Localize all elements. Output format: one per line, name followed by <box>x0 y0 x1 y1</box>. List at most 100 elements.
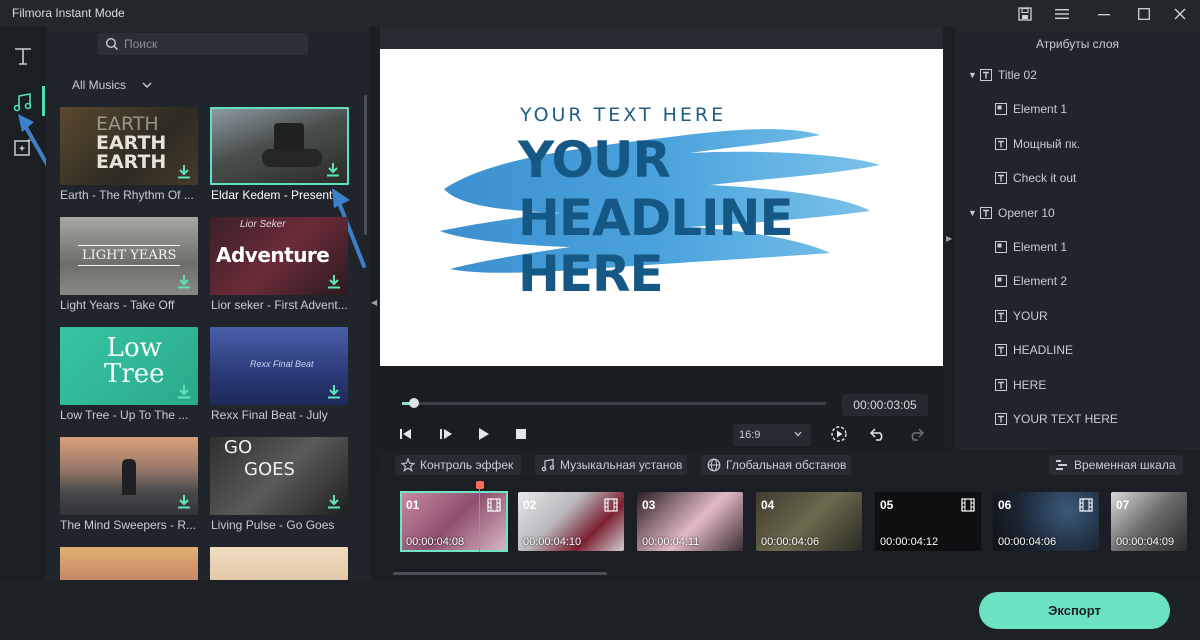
playhead-handle[interactable] <box>476 481 484 489</box>
playhead-line <box>479 488 480 552</box>
chevron-down-icon[interactable] <box>140 78 154 92</box>
thumb-title-line: GO <box>224 437 253 458</box>
download-icon[interactable] <box>178 495 190 509</box>
layer-element-row[interactable]: Check it out <box>995 171 1076 185</box>
timeline-clip[interactable]: 04 00:00:04:06 <box>756 492 862 551</box>
download-icon[interactable] <box>328 275 340 289</box>
text-layer-icon <box>995 137 1007 150</box>
clip-number: 03 <box>642 498 656 512</box>
snapshot-play-icon[interactable] <box>829 426 849 442</box>
preview-kicker-text[interactable]: YOUR TEXT HERE <box>520 104 726 126</box>
download-icon[interactable] <box>178 275 190 289</box>
collapse-left-icon[interactable]: ◀ <box>371 298 377 307</box>
music-thumbnail[interactable] <box>210 547 348 580</box>
download-icon[interactable] <box>178 385 190 399</box>
tab-timeline[interactable]: Временная шкала <box>1049 455 1183 475</box>
maximize-icon[interactable] <box>1124 0 1164 27</box>
download-icon[interactable] <box>328 495 340 509</box>
aspect-ratio-select[interactable]: 16:9 <box>733 424 811 446</box>
music-title: Low Tree - Up To The ... <box>60 408 189 422</box>
tab-label: Контроль эффек <box>420 458 514 472</box>
playback-progress-track[interactable] <box>402 402 826 405</box>
preview-header <box>380 27 943 49</box>
layer-element-row[interactable]: HEADLINE <box>995 343 1073 357</box>
prev-frame-icon[interactable] <box>396 426 416 442</box>
layer-element-row[interactable]: Мощный пк. <box>995 137 1080 151</box>
download-icon[interactable] <box>327 163 339 177</box>
export-button[interactable]: Экспорт <box>979 592 1170 629</box>
thumb-title-line: EARTH <box>96 151 167 173</box>
clip-number: 07 <box>1116 498 1130 512</box>
collapse-right-icon[interactable]: ▶ <box>946 234 952 243</box>
library-scrollbar[interactable] <box>364 95 367 235</box>
layer-element-row[interactable]: Element 2 <box>995 274 1067 288</box>
window-title: Filmora Instant Mode <box>12 6 125 20</box>
music-title: Light Years - Take Off <box>60 298 175 312</box>
layer-group-row[interactable]: ▼ Title 02 <box>968 68 1037 82</box>
tab-global-settings[interactable]: Глобальная обстанов <box>701 455 851 475</box>
music-thumbnail[interactable]: Low Tree <box>60 327 198 405</box>
music-thumbnail[interactable]: GO GOES <box>210 437 348 515</box>
timeline-clip[interactable]: 03 00:00:04:11 <box>637 492 743 551</box>
tab-label: Временная шкала <box>1074 458 1176 472</box>
undo-icon[interactable] <box>868 426 888 442</box>
text-layer-icon <box>995 378 1007 391</box>
layer-element-row[interactable]: YOUR <box>995 309 1048 323</box>
play-icon[interactable] <box>474 426 494 442</box>
layer-label: Title 02 <box>998 68 1037 82</box>
close-icon[interactable] <box>1160 0 1200 27</box>
preview-canvas[interactable]: YOUR TEXT HERE YOUR HEADLINE HERE <box>380 49 943 366</box>
layer-label: HERE <box>1013 377 1047 392</box>
tab-music-settings[interactable]: Музыкальная установ <box>535 455 687 475</box>
element-layer-icon <box>995 103 1007 116</box>
panel-title: Атрибуты слоя <box>1036 37 1119 51</box>
timeline-clip[interactable]: 07 00:00:04:09 <box>1111 492 1187 551</box>
timeline-clip[interactable]: 02 00:00:04:10 <box>518 492 624 551</box>
search-icon <box>105 37 118 50</box>
download-icon[interactable] <box>328 385 340 399</box>
menu-icon[interactable] <box>1042 0 1082 27</box>
minimize-icon[interactable] <box>1084 0 1124 27</box>
thumb-title-line: GOES <box>244 459 295 480</box>
layer-element-row[interactable]: Element 1 <box>995 240 1067 254</box>
clip-number: 02 <box>523 498 537 512</box>
preview-headline-line[interactable]: HERE <box>518 246 664 302</box>
timeline-icon <box>1056 460 1067 470</box>
music-thumbnail[interactable] <box>60 437 198 515</box>
redo-icon[interactable] <box>906 426 926 442</box>
preview-headline-line[interactable]: HEADLINE <box>518 190 794 246</box>
save-icon[interactable] <box>1005 0 1045 27</box>
music-thumbnail[interactable] <box>60 547 198 580</box>
music-title: Earth - The Rhythm Of ... <box>60 188 194 202</box>
music-thumbnail[interactable]: LIGHT YEARS <box>60 217 198 295</box>
preview-headline-line[interactable]: YOUR <box>518 132 671 188</box>
music-title: The Mind Sweepers - R... <box>60 518 197 532</box>
text-tool-icon[interactable] <box>0 36 46 76</box>
music-filter-dropdown[interactable]: All Musics <box>72 78 126 92</box>
expand-arrow-icon[interactable]: ▼ <box>968 208 980 218</box>
pin-icon <box>401 458 415 472</box>
music-thumbnail[interactable]: EARTH EARTH EARTH <box>60 107 198 185</box>
step-play-icon[interactable] <box>436 426 456 442</box>
layer-label: Check it out <box>1013 171 1077 186</box>
music-thumbnail[interactable]: Lior Seker Adventure <box>210 217 348 295</box>
clip-number: 06 <box>998 498 1012 512</box>
layer-group-row[interactable]: ▼ Opener 10 <box>968 206 1055 220</box>
text-layer-icon <box>995 413 1007 425</box>
music-thumbnail[interactable]: Rexx Final Beat <box>210 327 348 405</box>
clip-number: 05 <box>880 498 894 512</box>
stop-icon[interactable] <box>511 426 531 442</box>
thumb-title: Rexx Final Beat <box>250 359 314 369</box>
film-icon <box>961 498 975 512</box>
layer-element-row[interactable]: Element 1 <box>995 102 1067 116</box>
layer-element-row[interactable]: HERE <box>995 378 1046 392</box>
thumb-title-line: EARTH <box>96 113 159 135</box>
tab-effects-control[interactable]: Контроль эффек <box>395 455 521 475</box>
expand-arrow-icon[interactable]: ▼ <box>968 70 980 80</box>
timeline-clip[interactable]: 06 00:00:04:06 <box>993 492 1099 551</box>
music-thumbnail-selected[interactable] <box>210 107 349 185</box>
timeline-scrollbar[interactable] <box>393 572 607 575</box>
download-icon[interactable] <box>178 165 190 179</box>
layer-element-row[interactable]: YOUR TEXT HERE <box>995 412 1118 426</box>
timeline-clip[interactable]: 05 00:00:04:12 <box>875 492 981 551</box>
